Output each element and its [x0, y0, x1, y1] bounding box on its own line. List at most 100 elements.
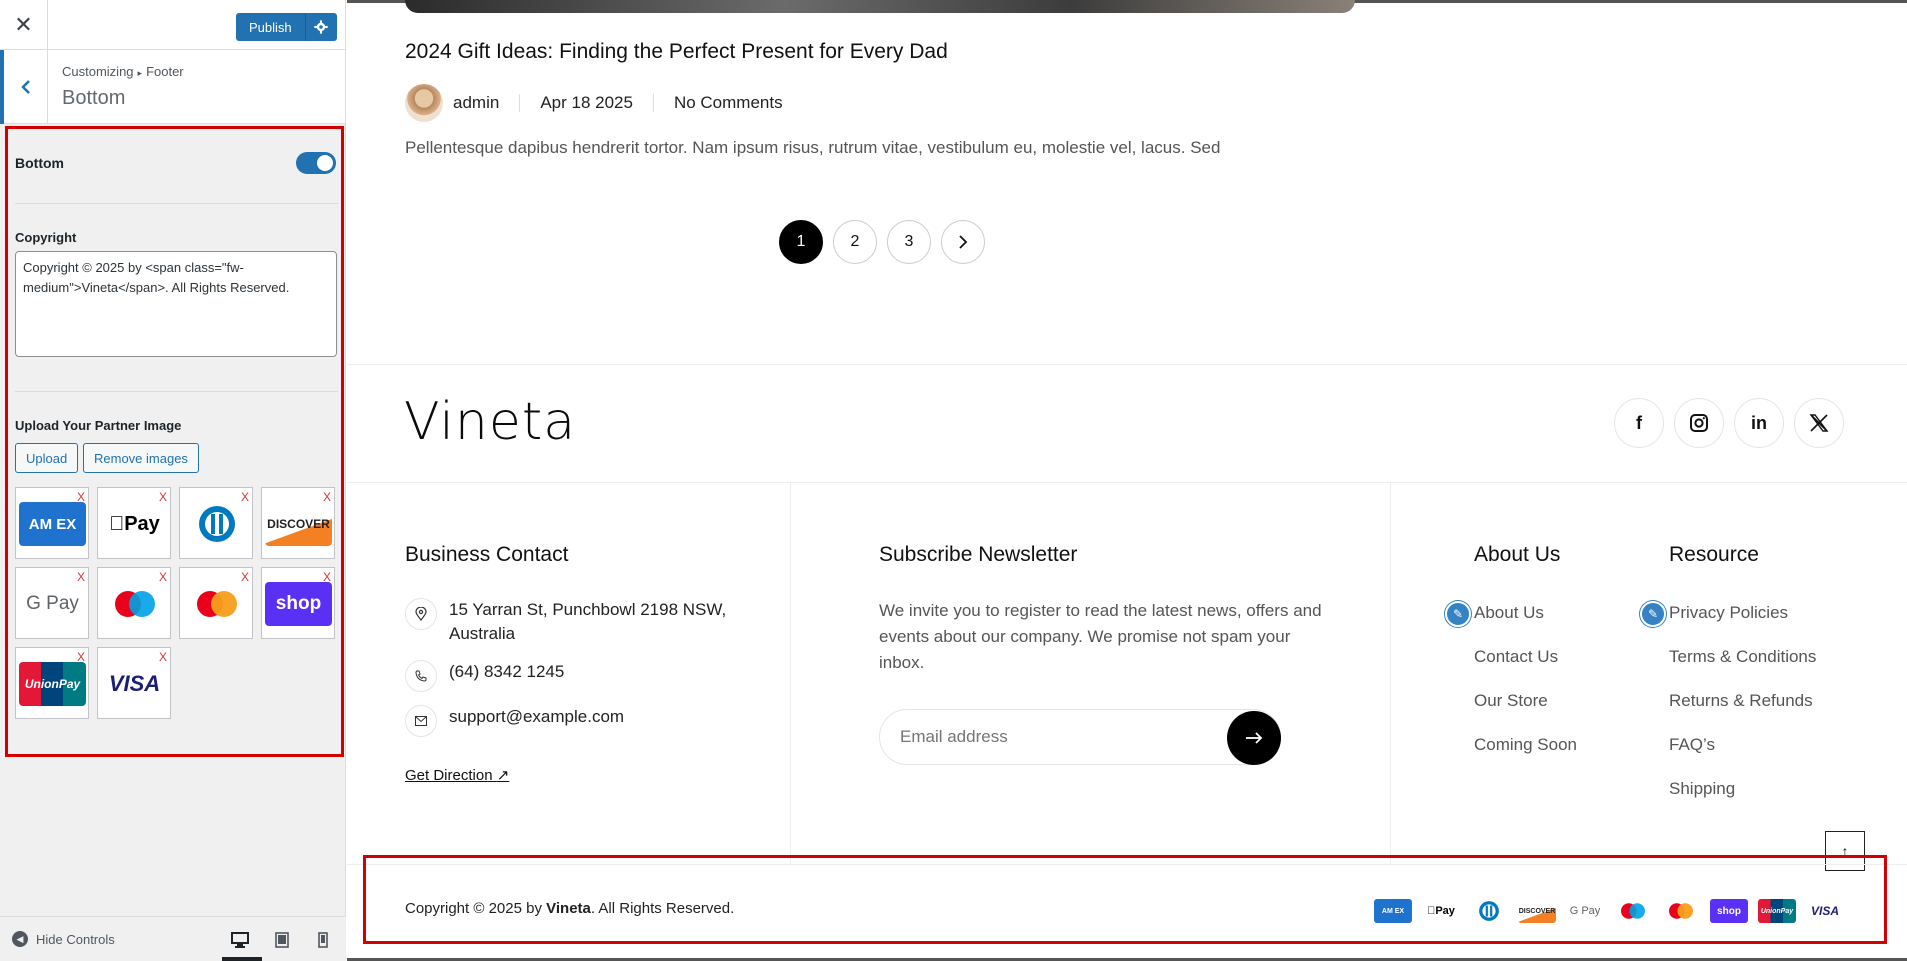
- instagram-link[interactable]: [1674, 398, 1724, 448]
- mastercard-logo: [183, 582, 250, 626]
- upload-button[interactable]: Upload: [15, 443, 79, 473]
- about-title: About Us: [1474, 543, 1561, 566]
- copyright-brand: Vineta: [546, 900, 591, 917]
- breadcrumb: Customizing ▸ Footer: [62, 64, 184, 79]
- phone-icon: [405, 660, 437, 692]
- partner-thumb-mastercard[interactable]: X: [179, 567, 253, 639]
- copyright-textarea[interactable]: Copyright © 2025 by <span class="fw-medi…: [15, 251, 337, 357]
- x-link[interactable]: [1794, 398, 1844, 448]
- copyright-label: Copyright: [15, 230, 77, 245]
- column-divider: [1390, 482, 1391, 864]
- meta-divider: [652, 94, 654, 112]
- page-2-button[interactable]: 2: [833, 220, 877, 264]
- email-input[interactable]: [900, 727, 1200, 747]
- back-button[interactable]: [0, 50, 48, 124]
- publish-settings-button[interactable]: [304, 13, 337, 41]
- preview-desktop-button[interactable]: [230, 930, 250, 950]
- partner-thumb-shop[interactable]: X shop: [261, 567, 335, 639]
- partner-thumb-gpay[interactable]: X G Pay: [15, 567, 89, 639]
- visa-icon: VISA: [1810, 904, 1839, 918]
- partner-thumb-visa[interactable]: X VISA: [97, 647, 171, 719]
- get-direction-label: Get Direction: [405, 767, 493, 784]
- partner-thumb-applepay[interactable]: X Pay: [97, 487, 171, 559]
- footer-logo[interactable]: Vineta: [404, 392, 576, 452]
- post-excerpt: Pellentesque dapibus hendrerit tortor. N…: [405, 138, 1221, 157]
- arrow-right-icon: [1246, 732, 1263, 744]
- about-link-coming-soon[interactable]: Coming Soon: [1474, 735, 1577, 755]
- controls-highlight-box: Bottom Copyright Copyright © 2025 by <sp…: [5, 126, 344, 757]
- subscribe-button[interactable]: [1227, 711, 1281, 765]
- email-text[interactable]: support@example.com: [449, 705, 624, 737]
- get-direction-link[interactable]: Get Direction ↗: [405, 766, 509, 784]
- mastercard-icon: [1662, 899, 1700, 923]
- post-image[interactable]: [405, 0, 1355, 13]
- instagram-icon: [1690, 414, 1708, 432]
- edit-shortcut-pencil-icon[interactable]: ✎: [1445, 601, 1471, 627]
- phone-text[interactable]: (64) 8342 1245: [449, 660, 564, 692]
- address-row: 15 Yarran St, Punchbowl 2198 NSW, Austra…: [405, 598, 735, 646]
- page-1-button[interactable]: 1: [779, 220, 823, 264]
- pagination: 1 2 3: [779, 220, 985, 264]
- remove-images-button[interactable]: Remove images: [83, 443, 199, 473]
- page-3-button[interactable]: 3: [887, 220, 931, 264]
- preview-tablet-button[interactable]: [272, 930, 292, 950]
- about-link-contact-us[interactable]: Contact Us: [1474, 647, 1558, 667]
- arrow-up-right-icon: ↗: [496, 767, 510, 784]
- edit-shortcut-pencil-icon[interactable]: ✎: [1640, 601, 1666, 627]
- partner-thumb-amex[interactable]: X AM EX: [15, 487, 89, 559]
- bottom-toggle-label: Bottom: [15, 155, 64, 171]
- post-author[interactable]: admin: [453, 93, 499, 113]
- resource-link-privacy[interactable]: Privacy Policies: [1669, 603, 1788, 623]
- visa-logo: VISA: [108, 671, 161, 696]
- close-customizer-button[interactable]: ✕: [0, 0, 48, 50]
- partner-thumb-maestro[interactable]: X: [97, 567, 171, 639]
- copyright-text: Copyright © 2025 by Vineta. All Rights R…: [405, 900, 734, 917]
- business-contact-title: Business Contact: [405, 543, 569, 566]
- applepay-icon: Pay: [1422, 899, 1460, 923]
- amex-logo: AM EX: [19, 502, 86, 546]
- phone-row: (64) 8342 1245: [405, 660, 564, 692]
- mail-icon: [405, 705, 437, 737]
- avatar: [405, 84, 443, 122]
- copyright-suffix: . All Rights Reserved.: [590, 900, 735, 917]
- customizer-header: ✕ Publish: [0, 0, 345, 50]
- post-comments[interactable]: No Comments: [674, 93, 783, 113]
- x-icon: [1809, 414, 1829, 432]
- chevron-right-icon: [959, 235, 968, 249]
- bottom-toggle[interactable]: [296, 152, 336, 174]
- payment-icons: AM EX Pay DISCOVER G Pay shop UnionPay …: [1374, 899, 1844, 923]
- preview-mobile-button[interactable]: [313, 930, 333, 950]
- partner-thumb-unionpay[interactable]: X UnionPay: [15, 647, 89, 719]
- maestro-logo: [101, 582, 168, 626]
- separator: [15, 203, 338, 204]
- address-text: 15 Yarran St, Punchbowl 2198 NSW, Austra…: [449, 600, 727, 643]
- publish-button[interactable]: Publish: [236, 13, 305, 41]
- section-title: Bottom: [62, 87, 126, 109]
- partner-thumb-diners[interactable]: X: [179, 487, 253, 559]
- customizer-footer: ◀ Hide Controls: [0, 916, 346, 961]
- unionpay-icon: UnionPay: [1758, 899, 1796, 923]
- partner-thumb-discover[interactable]: X DISCOVER: [261, 487, 335, 559]
- about-link-about-us[interactable]: About Us: [1474, 603, 1544, 623]
- amex-icon: AM EX: [1374, 899, 1412, 923]
- resource-link-faqs[interactable]: FAQ’s: [1669, 735, 1715, 755]
- linkedin-link[interactable]: in: [1734, 398, 1784, 448]
- discover-icon: DISCOVER: [1518, 899, 1556, 923]
- gear-icon: [313, 20, 328, 34]
- resource-link-returns[interactable]: Returns & Refunds: [1669, 691, 1813, 711]
- location-icon: [405, 598, 437, 630]
- section-header: Customizing ▸ Footer Bottom: [0, 50, 345, 124]
- next-page-button[interactable]: [941, 220, 985, 264]
- site-preview: 2024 Gift Ideas: Finding the Perfect Pre…: [347, 0, 1907, 961]
- chevron-left-icon: [20, 80, 30, 94]
- resource-link-terms[interactable]: Terms & Conditions: [1669, 647, 1816, 667]
- facebook-link[interactable]: f: [1614, 398, 1664, 448]
- apple-icon: : [109, 513, 124, 536]
- discover-logo: DISCOVER: [265, 502, 332, 546]
- about-link-our-store[interactable]: Our Store: [1474, 691, 1548, 711]
- hide-controls-button[interactable]: ◀ Hide Controls: [12, 931, 115, 947]
- shop-icon: shop: [1710, 899, 1748, 923]
- post-title[interactable]: 2024 Gift Ideas: Finding the Perfect Pre…: [405, 40, 948, 64]
- resource-link-shipping[interactable]: Shipping: [1669, 779, 1735, 799]
- footer-divider: [347, 364, 1907, 365]
